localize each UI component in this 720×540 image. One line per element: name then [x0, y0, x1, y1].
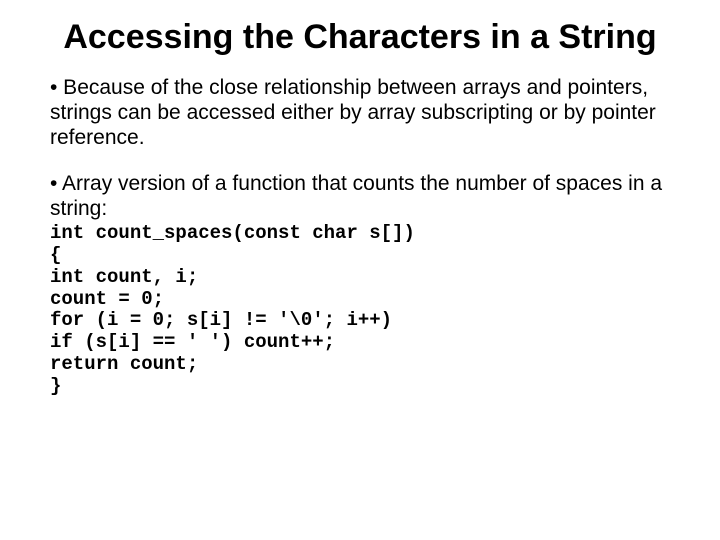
code-block: int count_spaces(const char s[]) { int c…: [50, 223, 670, 398]
paragraph-1: • Because of the close relationship betw…: [50, 75, 670, 151]
slide-title: Accessing the Characters in a String: [50, 18, 670, 57]
paragraph-2: • Array version of a function that count…: [50, 171, 670, 221]
